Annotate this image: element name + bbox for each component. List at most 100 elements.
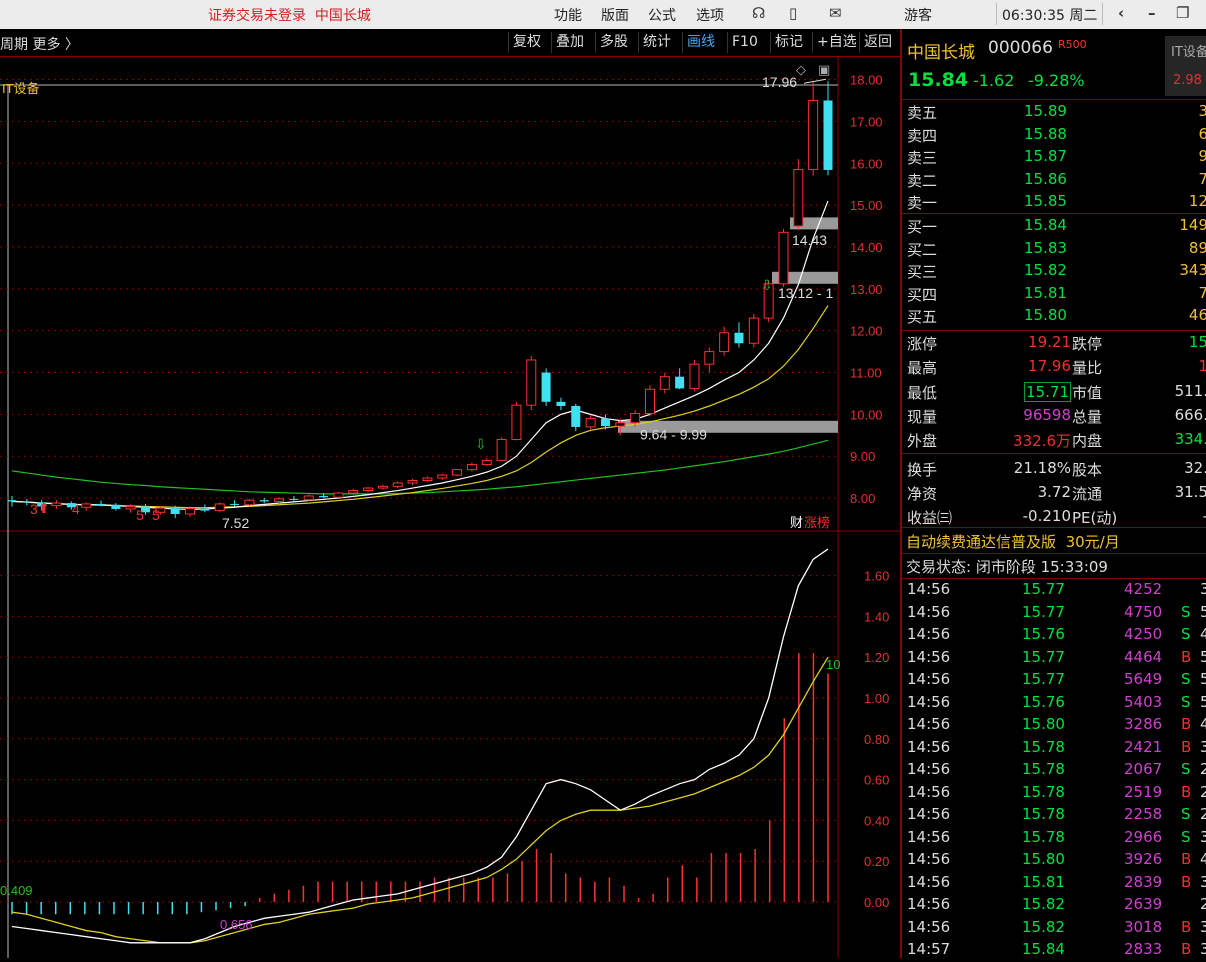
order-price: 15.87	[1024, 147, 1067, 165]
ask-row[interactable]: 卖五 15.89 3	[907, 102, 1206, 124]
candle-body	[452, 469, 463, 476]
tick-row: 14:56 15.80 3926 B 4	[907, 850, 1206, 872]
up-arrow-icon: ⬆	[38, 500, 50, 516]
restore-icon[interactable]: ❐	[1176, 4, 1189, 22]
tick-direction: B	[1181, 737, 1192, 756]
ask-row[interactable]: 卖四 15.88 6	[907, 125, 1206, 147]
stat-value: 3.72	[1037, 482, 1071, 501]
period-more[interactable]: 周期 更多 〉	[0, 34, 79, 54]
stat-value: 334.	[1174, 430, 1206, 449]
side-label-cai[interactable]: 财	[790, 515, 803, 530]
candle-body	[392, 482, 403, 487]
tick-time: 14:56	[907, 580, 951, 598]
menu-layout[interactable]: 版面	[601, 5, 629, 25]
btn-overlay[interactable]: 叠加	[551, 32, 588, 53]
indicator-value-label: 0.656	[220, 917, 253, 932]
stat-label: 换手	[907, 460, 938, 479]
back-icon[interactable]: ‹	[1118, 4, 1124, 22]
price-tick-label: 13.00	[850, 282, 883, 297]
tick-count: 3	[1200, 940, 1206, 958]
stat-row: 最高 17.96 量比 1	[907, 357, 1206, 380]
bid-row[interactable]: 买三 15.82 343	[907, 261, 1206, 283]
bid-row[interactable]: 买四 15.81 7	[907, 284, 1206, 306]
side-label-zhangbang[interactable]: 涨榜	[804, 515, 830, 530]
ask-row[interactable]: 卖二 15.86 7	[907, 170, 1206, 192]
tick-time: 14:56	[907, 895, 951, 913]
stat-label: 量比	[1072, 359, 1103, 378]
tick-price: 15.82	[1022, 917, 1065, 936]
tick-price: 15.81	[1022, 872, 1065, 891]
btn-mark[interactable]: 标记	[770, 32, 807, 53]
tick-time: 14:56	[907, 625, 951, 643]
login-warning[interactable]: 证券交易未登录 中国长城	[208, 5, 371, 25]
tick-count: 4	[1200, 850, 1206, 868]
candle-body	[481, 459, 492, 466]
bid-row[interactable]: 买二 15.83 89	[907, 239, 1206, 261]
stat-row: 外盘 332.6万 内盘 334.	[907, 430, 1206, 453]
tick-row: 14:56 15.78 2421 B 3	[907, 738, 1206, 760]
promo-banner[interactable]: 自动续费通达信普及版 30元/月	[906, 531, 1120, 552]
menu-formula[interactable]: 公式	[648, 5, 676, 25]
btn-multi[interactable]: 多股	[595, 32, 632, 53]
btn-stats[interactable]: 统计	[638, 32, 675, 53]
order-volume: 6	[1198, 124, 1206, 143]
tick-row: 14:56 15.76 4250 S 4	[907, 625, 1206, 647]
diamond-icon[interactable]: ◇	[796, 63, 806, 78]
order-price: 15.84	[1024, 216, 1067, 234]
minimize-icon[interactable]: –	[1148, 4, 1156, 22]
order-volume: 89	[1188, 238, 1206, 257]
candle-body	[81, 503, 92, 508]
tick-volume: 2839	[1124, 872, 1163, 891]
ask-row[interactable]: 卖一 15.85 12	[907, 192, 1206, 214]
candle-body	[230, 503, 240, 505]
tick-count: 3	[1200, 917, 1206, 936]
chart-annotation: 7.52	[222, 515, 249, 531]
divider	[902, 99, 1206, 100]
chart-annotation: 14.43	[792, 232, 827, 248]
stat-value: -	[1203, 507, 1206, 525]
mail-icon[interactable]: ✉	[829, 4, 842, 22]
phone-icon[interactable]: ▯	[789, 4, 797, 22]
tick-time: 14:56	[907, 715, 951, 733]
menu-options[interactable]: 选项	[696, 5, 724, 25]
tick-row: 14:56 15.77 4750 S 5	[907, 603, 1206, 625]
btn-draw[interactable]: 画线	[682, 32, 719, 53]
tick-volume: 4252	[1124, 580, 1163, 598]
candle-body	[511, 404, 522, 440]
order-price: 15.83	[1024, 238, 1067, 257]
divider	[902, 213, 1206, 214]
order-label: 卖五	[907, 104, 938, 122]
ask-row[interactable]: 卖三 15.87 9	[907, 147, 1206, 169]
menu-function[interactable]: 功能	[554, 5, 582, 25]
bid-row[interactable]: 买五 15.80 46	[907, 306, 1206, 328]
tick-row: 14:56 15.77 4464 B 5	[907, 648, 1206, 670]
tick-row: 14:56 15.77 4252 3	[907, 580, 1206, 602]
tick-price: 15.78	[1022, 805, 1065, 823]
stock-name[interactable]: 中国长城	[907, 38, 975, 63]
btn-f10[interactable]: F10	[727, 32, 762, 53]
tick-row: 14:56 15.82 3018 B 3	[907, 918, 1206, 940]
btn-fuquan[interactable]: 复权	[508, 32, 545, 53]
chart-toolbar: 周期 更多 〉 复权 叠加 多股 统计 画线 F10 标记 +自选 返回	[0, 29, 900, 57]
candle-body	[526, 359, 537, 406]
candle-body	[793, 169, 804, 227]
tick-direction: S	[1181, 692, 1191, 711]
tick-time: 14:56	[907, 917, 951, 936]
tick-count: 2	[1200, 805, 1206, 823]
headset-icon[interactable]: ☊	[752, 4, 765, 22]
candle-body	[111, 504, 121, 509]
tick-price: 15.78	[1022, 782, 1065, 801]
chart-area[interactable]: 18.00 17.00 16.00 15.00 14.00 13.00 12.00 11.00…	[0, 57, 900, 958]
bid-row[interactable]: 买一 15.84 149	[907, 216, 1206, 238]
signal-marker: 4	[72, 501, 80, 517]
btn-add-watch[interactable]: +自选	[812, 32, 861, 53]
panel-toggle-icon[interactable]: ▣	[818, 63, 830, 78]
btn-return[interactable]: 返回	[859, 32, 896, 53]
tick-time: 14:56	[907, 850, 951, 868]
tick-time: 14:56	[907, 670, 951, 688]
tick-price: 15.77	[1022, 670, 1065, 688]
candle-body	[407, 479, 418, 484]
user-label[interactable]: 游客	[904, 5, 932, 25]
order-label: 买五	[907, 308, 938, 326]
stock-code[interactable]: 000066	[988, 38, 1053, 58]
